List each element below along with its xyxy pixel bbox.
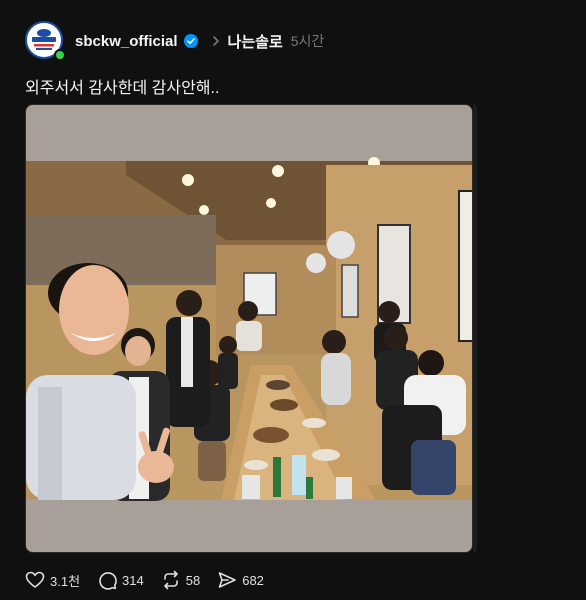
username-link[interactable]: sbckw_official: [75, 33, 178, 50]
send-icon: [218, 572, 237, 588]
like-button[interactable]: 3.1천: [25, 570, 80, 590]
chevron-right-icon: [210, 35, 222, 47]
post-timestamp[interactable]: 5시간: [291, 31, 325, 51]
comment-icon: [99, 572, 117, 590]
reply-button[interactable]: 314: [97, 570, 144, 590]
heart-icon: [25, 571, 45, 588]
photo-scroll-edge: [473, 104, 477, 553]
thread-post: sbckw_official 나는솔로 5시간 외주서서 감사한데 감사안해..: [0, 0, 586, 600]
topic-tag-link[interactable]: 나는솔로: [228, 31, 283, 52]
share-count: 682: [242, 572, 264, 588]
online-status-dot: [54, 49, 66, 61]
repost-icon: [163, 570, 178, 590]
repost-count: 58: [185, 572, 201, 588]
post-header: sbckw_official 나는솔로 5시간: [75, 30, 324, 52]
post-caption: 외주서서 감사한데 감사안해..: [25, 80, 220, 97]
share-button[interactable]: 682: [217, 570, 264, 590]
reply-count: 314: [122, 572, 144, 588]
post-actions: 3.1천 314 58 682: [25, 569, 264, 591]
verified-badge-icon: [183, 34, 198, 48]
repost-button[interactable]: 58: [161, 570, 200, 590]
avatar[interactable]: [25, 21, 66, 61]
group-photo-image[interactable]: [25, 104, 473, 553]
like-count: 3.1천: [50, 573, 81, 589]
